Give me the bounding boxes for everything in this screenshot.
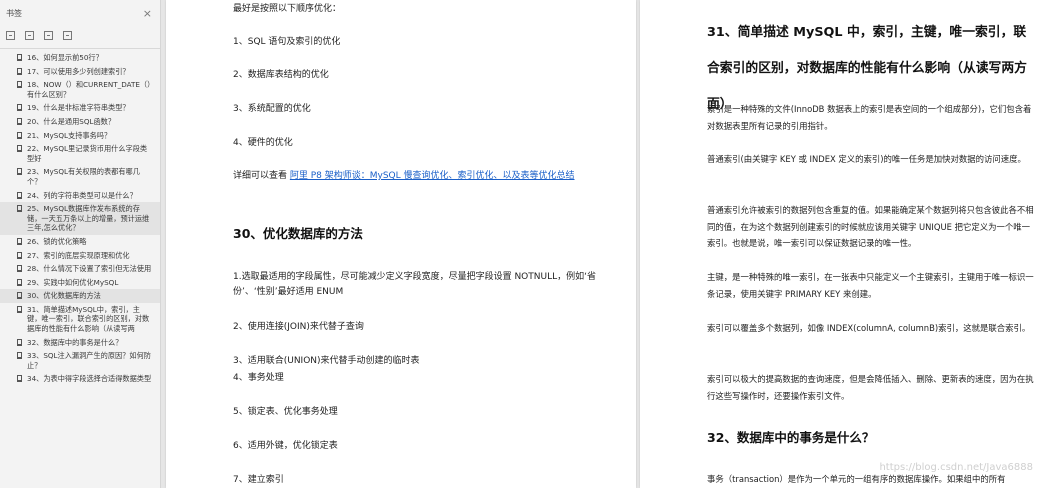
paragraph: 1、SQL 语句及索引的优化 (233, 37, 341, 47)
list-item: 2、使用连接(JOIN)来代替子查询 (233, 322, 364, 332)
bookmark-icon (17, 67, 22, 75)
watermark: https://blog.csdn.net/Java6888 (879, 462, 1033, 473)
bookmark-item[interactable]: 33、SQL注入漏洞产生的原因？如何防止？ (0, 349, 160, 372)
bookmark-label: 31、简单描述MySQL中，索引，主键，唯一索引，联合索引的区别，对数据库的性能… (27, 304, 150, 334)
paragraph: 普通索引允许被索引的数据列包含重复的值。如果能确定某个数据列将只包含彼此各不相同… (707, 205, 1034, 248)
collapse-all-icon[interactable] (25, 30, 34, 40)
bookmark-options-icon[interactable] (63, 30, 72, 40)
bookmark-icon (17, 54, 22, 61)
section-heading: 30、优化数据库的方法 (233, 226, 363, 241)
bookmark-icon (17, 251, 22, 259)
list-item: 3、适用联合(UNION)来代替手动创建的临时表 (233, 356, 420, 366)
bookmark-item[interactable]: 25、MySQL数据库作发布系统的存储，一天五万条以上的增量，预计运维三年,怎么… (0, 202, 160, 235)
list-item: 7、建立索引 (233, 475, 284, 485)
bookmark-label: 17、可以使用多少列创建索引？ (27, 66, 130, 76)
bookmark-icon (17, 375, 22, 383)
article-link[interactable]: 阿里 P8 架构师谈：MySQL 慢查询优化、索引优化、以及表等优化总结 (290, 171, 575, 181)
bookmark-icon (17, 305, 22, 313)
bookmark-label: 33、SQL注入漏洞产生的原因？如何防止？ (27, 351, 151, 370)
bookmark-label: 29、实践中如何优化MySQL (27, 277, 119, 287)
bookmark-label: 19、什么是非标准字符串类型？ (27, 103, 130, 113)
bookmark-item[interactable]: 24、列的字符串类型可以是什么？ (0, 189, 160, 203)
sidebar-toolbar (0, 26, 160, 44)
bookmark-label: 24、列的字符串类型可以是什么？ (27, 190, 137, 200)
expand-all-icon[interactable] (6, 30, 15, 40)
link-prefix: 详细可以查看 (233, 171, 290, 181)
bookmark-icon (17, 117, 22, 125)
close-icon[interactable]: × (143, 8, 152, 19)
paragraph: 主键，是一种特殊的唯一索引，在一张表中只能定义一个主键索引，主键用于唯一标识一条… (707, 272, 1034, 299)
paragraph: 3、系统配置的优化 (233, 104, 311, 114)
bookmark-add-icon[interactable] (44, 30, 53, 40)
bookmark-item[interactable]: 23、MySQL有关权限的表都有哪几个？ (0, 165, 160, 188)
bookmark-item[interactable]: 20、什么是通用SQL函数？ (0, 115, 160, 129)
bookmark-icon (17, 168, 22, 176)
section-heading: 32、数据库中的事务是什么？ (707, 430, 875, 445)
bookmark-item[interactable]: 32、数据库中的事务是什么？ (0, 336, 160, 350)
bookmark-item[interactable]: 17、可以使用多少列创建索引？ (0, 65, 160, 79)
bookmark-label: 25、MySQL数据库作发布系统的存储，一天五万条以上的增量，预计运维三年,怎么… (27, 204, 150, 233)
bookmark-label: 34、为表中得字段选择合适得数据类型 (27, 374, 152, 384)
list-item: 1.选取最适用的字段属性，尽可能减少定义字段宽度，尽量把字段设置 NOTNULL… (233, 272, 596, 297)
bookmark-item[interactable]: 34、为表中得字段选择合适得数据类型 (0, 372, 160, 386)
bookmark-icon (17, 338, 22, 346)
paragraph: 普通索引(由关键字 KEY 或 INDEX 定义的索引)的唯一任务是加快对数据的… (707, 154, 1026, 164)
bookmark-label: 28、什么情况下设置了索引但无法使用 (27, 264, 152, 274)
bookmark-label: 30、优化数据库的方法 (27, 291, 101, 301)
paragraph: 索引是一种特殊的文件(InnoDB 数据表上的索引是表空间的一个组成部分)，它们… (707, 104, 1032, 131)
bookmark-icon (17, 131, 22, 139)
bookmark-list: 16、如何显示前50行？ 17、可以使用多少列创建索引？ 18、NOW（）和CU… (0, 51, 160, 386)
bookmark-item[interactable]: 18、NOW（）和CURRENT_DATE（）有什么区别？ (0, 78, 160, 101)
bookmark-sidebar: 书签 × 16、如何显示前50行？ 17、可以使用多少列创建索引？ 18、NOW… (0, 0, 161, 488)
bookmark-item[interactable]: 28、什么情况下设置了索引但无法使用 (0, 262, 160, 276)
bookmark-item[interactable]: 19、什么是非标准字符串类型？ (0, 101, 160, 115)
bookmark-label: 20、什么是通用SQL函数？ (27, 116, 116, 126)
bookmark-item[interactable]: 29、实践中如何优化MySQL (0, 276, 160, 290)
bookmark-icon (17, 265, 22, 273)
bookmark-item[interactable]: 26、锁的优化策略 (0, 235, 160, 249)
bookmark-label: 26、锁的优化策略 (27, 236, 87, 246)
bookmark-label: 23、MySQL有关权限的表都有哪几个？ (27, 167, 140, 186)
bookmark-item[interactable]: 31、简单描述MySQL中，索引，主键，唯一索引，联合索引的区别，对数据库的性能… (0, 303, 160, 336)
list-item: 4、事务处理 (233, 373, 284, 383)
bookmark-item[interactable]: 22、MySQL里记录货币用什么字段类型好 (0, 142, 160, 165)
document-page-right: 31、简单描述 MySQL 中，索引，主键，唯一索引，联合索引的区别，对数据库的… (640, 0, 1043, 488)
bookmark-item[interactable]: 27、索引的底层实现原理和优化 (0, 249, 160, 263)
bookmark-icon (17, 104, 22, 112)
list-item: 5、锁定表、优化事务处理 (233, 407, 338, 417)
bookmark-icon (17, 237, 22, 245)
bookmark-label: 27、索引的底层实现原理和优化 (27, 250, 130, 260)
paragraph: 索引可以覆盖多个数据列，如像 INDEX(columnA, columnB)索引… (707, 323, 1031, 333)
bookmark-label: 16、如何显示前50行？ (27, 53, 103, 62)
paragraph: 索引可以极大的提高数据的查询速度，但是会降低插入、删除、更新表的速度，因为在执行… (707, 374, 1034, 401)
paragraph-with-link: 详细可以查看 阿里 P8 架构师谈：MySQL 慢查询优化、索引优化、以及表等优… (233, 169, 610, 184)
sidebar-title: 书签 (6, 8, 22, 18)
list-item: 6、适用外键，优化锁定表 (233, 441, 338, 451)
bookmark-item[interactable]: 21、MySQL支持事务吗？ (0, 129, 160, 143)
bookmark-icon (17, 292, 22, 300)
bookmark-label: 32、数据库中的事务是什么？ (27, 337, 123, 347)
bookmark-icon (17, 81, 22, 89)
bookmark-icon (17, 145, 22, 153)
paragraph: 4、硬件的优化 (233, 138, 293, 148)
bookmark-icon (17, 205, 22, 213)
document-page-left: 最好是按照以下顺序优化： 1、SQL 语句及索引的优化 2、数据库表结构的优化 … (166, 0, 636, 488)
paragraph: 2、数据库表结构的优化 (233, 70, 329, 80)
bookmark-item[interactable]: 16、如何显示前50行？ (0, 51, 160, 65)
sidebar-header: 书签 × (0, 0, 160, 26)
bookmark-label: 21、MySQL支持事务吗？ (27, 130, 112, 140)
bookmark-label: 22、MySQL里记录货币用什么字段类型好 (27, 144, 148, 163)
sidebar-divider (0, 48, 160, 49)
paragraph: 最好是按照以下顺序优化： (233, 4, 342, 14)
bookmark-icon (17, 278, 22, 286)
paragraph: 事务（transaction）是作为一个单元的一组有序的数据库操作。如果组中的所… (707, 474, 1006, 484)
bookmark-icon (17, 191, 22, 199)
bookmark-label: 18、NOW（）和CURRENT_DATE（）有什么区别？ (27, 80, 151, 99)
bookmark-item[interactable]: 30、优化数据库的方法 (0, 289, 160, 303)
bookmark-icon (17, 352, 22, 360)
